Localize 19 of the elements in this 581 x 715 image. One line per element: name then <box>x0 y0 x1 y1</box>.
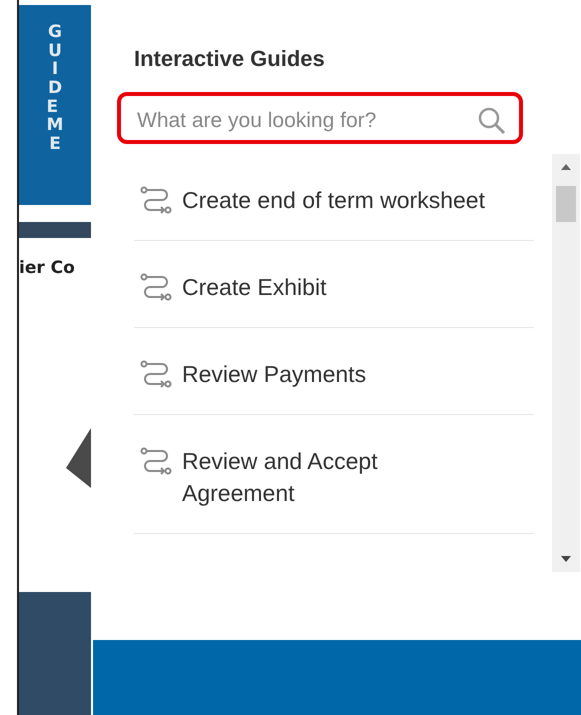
header-bar <box>19 222 91 238</box>
guide-item[interactable]: Review Payments <box>134 328 534 415</box>
search-field[interactable]: What are you looking for? <box>117 92 523 144</box>
guide-item[interactable]: Review and Accept Agreement <box>134 415 534 534</box>
scrollbar[interactable] <box>552 154 580 572</box>
guide-me-tab[interactable]: GUIDE ME <box>19 5 91 205</box>
route-icon <box>140 360 172 390</box>
scroll-down-icon[interactable] <box>559 554 573 564</box>
collapse-arrow-icon[interactable] <box>66 428 91 488</box>
guide-item[interactable]: Create Exhibit <box>134 241 534 328</box>
scroll-up-icon[interactable] <box>559 162 573 172</box>
route-icon <box>140 447 172 477</box>
route-icon <box>140 273 172 303</box>
scroll-thumb[interactable] <box>556 186 576 222</box>
route-icon <box>140 186 172 216</box>
page-heading: ier Co <box>19 258 76 278</box>
guide-item[interactable]: Create end of term worksheet <box>134 154 534 241</box>
search-icon[interactable] <box>477 106 507 136</box>
panel-title: Interactive Guides <box>134 46 326 72</box>
